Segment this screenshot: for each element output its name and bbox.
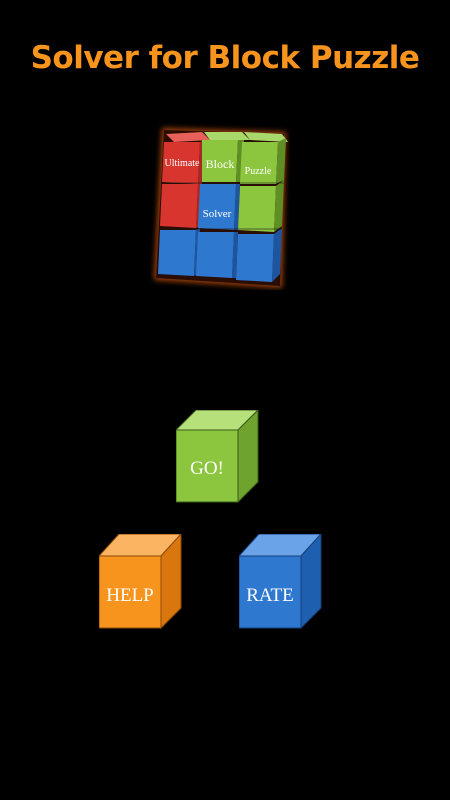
rate-button-label: RATE [246, 585, 294, 606]
logo-word-ultimate: Ultimate [165, 158, 201, 169]
help-cube-icon: HELP [99, 534, 182, 630]
main-screen: Solver for Block Puzzle Ultimate Block P… [0, 0, 450, 800]
go-cube-icon: GO! [176, 410, 259, 504]
logo-word-block: Block [206, 157, 235, 171]
help-button[interactable]: HELP [99, 534, 183, 630]
go-button-label: GO! [190, 458, 224, 479]
go-button[interactable]: GO! [176, 410, 260, 504]
logo-word-puzzle: Puzzle [245, 166, 272, 177]
app-logo: Ultimate Block Puzzle Solver [154, 128, 288, 288]
rate-button[interactable]: RATE [239, 534, 323, 630]
rate-cube-icon: RATE [239, 534, 322, 630]
logo-word-solver: Solver [203, 208, 232, 220]
help-button-label: HELP [106, 585, 154, 606]
app-title: Solver for Block Puzzle [30, 40, 420, 76]
